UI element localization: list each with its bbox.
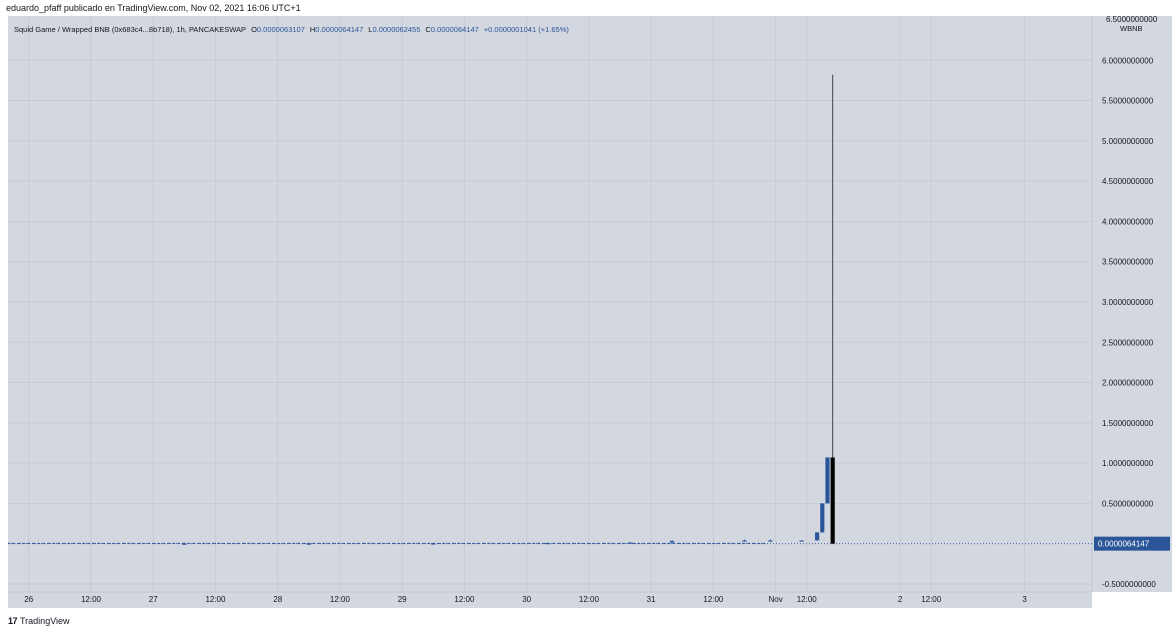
candle-body[interactable] [545, 543, 550, 545]
y-tick-label: 3.0000000000 [1102, 298, 1154, 307]
y-tick-label: 4.0000000000 [1102, 217, 1154, 226]
y-tick-label: 1.5000000000 [1102, 419, 1154, 428]
y-tick-label: 6.0000000000 [1102, 56, 1154, 65]
x-tick-label: Nov [769, 595, 783, 604]
x-tick-label: 28 [273, 595, 282, 604]
y-tick-label: 4.5000000000 [1102, 177, 1154, 186]
candle-body[interactable] [306, 543, 311, 545]
candle-body[interactable] [628, 542, 633, 544]
y-tick-label: -0.5000000000 [1102, 580, 1156, 589]
chart-svg[interactable]: 6.0000000000 5.5000000000 5.0000000000 4.50… [8, 16, 1172, 608]
legend-symbol[interactable]: Squid Game / Wrapped BNB (0x683c4...8b71… [14, 25, 246, 34]
candle-body[interactable] [799, 540, 804, 542]
x-tick-label: 27 [149, 595, 158, 604]
x-tick-label: 31 [647, 595, 656, 604]
candle-body[interactable] [825, 457, 830, 504]
legend-close-value: 0.0000064147 [430, 25, 479, 34]
chart-legend: Squid Game / Wrapped BNB (0x683c4...8b71… [14, 25, 569, 34]
y-tick-label: 0.5000000000 [1102, 499, 1154, 508]
x-tick-label: 12:00 [330, 595, 351, 604]
legend-low-value: 0.0000062455 [372, 25, 421, 34]
x-tick-label: 26 [24, 595, 33, 604]
brand-name: TradingView [20, 616, 70, 626]
x-tick-label: 12:00 [454, 595, 475, 604]
x-tick-label: 2 [898, 595, 903, 604]
candle-body[interactable] [830, 457, 835, 544]
candle-body[interactable] [431, 543, 436, 545]
x-tick-label: 3 [1022, 595, 1027, 604]
x-tick-label: 12:00 [205, 595, 226, 604]
candle-body[interactable] [768, 540, 773, 542]
legend-open-value: 0.0000063107 [256, 25, 305, 34]
y-tick-label: 3.5000000000 [1102, 258, 1154, 267]
x-tick-label: 12:00 [703, 595, 724, 604]
plot-area[interactable] [8, 16, 1092, 592]
y-tick-label: 1.0000000000 [1102, 459, 1154, 468]
y-tick-label: 2.0000000000 [1102, 379, 1154, 388]
candle-body[interactable] [820, 503, 825, 533]
legend-high-value: 0.0000064147 [315, 25, 364, 34]
candle-body[interactable] [742, 540, 747, 542]
candle-body[interactable] [182, 543, 187, 545]
y-axis-unit: WBNB [1120, 24, 1143, 33]
x-tick-label: 29 [398, 595, 407, 604]
y-top-label: 6.5000000000 [1106, 16, 1158, 24]
chart-frame[interactable]: 6.0000000000 5.5000000000 5.0000000000 4.50… [8, 16, 1172, 608]
y-tick-label: 5.5000000000 [1102, 97, 1154, 106]
tradingview-brand[interactable]: 17 TradingView [8, 616, 70, 626]
x-tick-label: 12:00 [81, 595, 102, 604]
candle-body[interactable] [669, 540, 674, 543]
candle-body[interactable] [815, 532, 820, 541]
x-tick-label: 12:00 [797, 595, 818, 604]
x-tick-label: 30 [522, 595, 531, 604]
y-tick-label: 2.5000000000 [1102, 338, 1154, 347]
y-tick-label: 5.0000000000 [1102, 137, 1154, 146]
publisher-line: eduardo_pfaff publicado en TradingView.c… [6, 3, 301, 13]
legend-change: +0.0000001041 (+1.65%) [483, 25, 569, 34]
x-tick-label: 12:00 [921, 595, 942, 604]
tradingview-logo-icon: 17 [8, 616, 18, 626]
last-price-label: 0.0000064147 [1098, 540, 1150, 549]
x-tick-label: 12:00 [579, 595, 600, 604]
